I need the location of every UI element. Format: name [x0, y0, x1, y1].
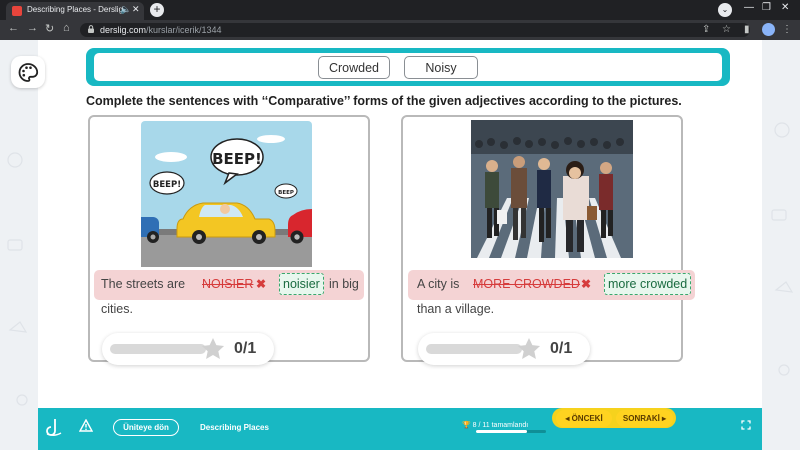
instruction-text: Complete the sentences with ‘‘Comparativ… [86, 94, 682, 108]
sentence-1-text-after: in big [329, 277, 359, 291]
url-host: derslig.com [100, 25, 147, 35]
back-arrow-icon[interactable]: ← [8, 22, 19, 34]
beep-bubble-large: BEEP! [212, 150, 262, 168]
home-icon[interactable]: ⌂ [63, 22, 70, 34]
lesson-title: Describing Places [200, 423, 269, 432]
tab-search-icon[interactable]: ⌄ [718, 3, 732, 17]
new-tab-button[interactable]: + [150, 3, 164, 17]
wrong-x-icon: ✖ [256, 277, 267, 291]
progress-indicator: 🏆 8 / 11 tamamlandı [462, 421, 528, 429]
score-track-1 [110, 344, 206, 354]
score-text-2: 0/1 [550, 340, 573, 357]
warning-icon[interactable] [79, 419, 93, 432]
forward-arrow-icon[interactable]: → [27, 22, 38, 34]
sentence-2-text-before: A city is [417, 277, 460, 291]
reload-icon[interactable]: ↻ [45, 22, 54, 35]
previous-button[interactable]: ◂ ÖNCEKİ [556, 410, 612, 427]
correct-answer-1: noisier [279, 273, 324, 295]
side-panel-icon[interactable]: ▮ [744, 24, 750, 35]
previous-button-label: ÖNCEKİ [571, 414, 603, 423]
next-button[interactable]: SONRAKİ ▸ [616, 410, 673, 427]
derslig-favicon-icon [12, 6, 22, 16]
trophy-icon: 🏆 [462, 422, 471, 429]
star-icon [517, 337, 541, 359]
progress-fill [476, 430, 527, 433]
beep-bubble-right: BEEP [278, 190, 294, 196]
url-path: /kurslar/icerik/1344 [146, 25, 222, 35]
chevron-left-icon: ◂ [565, 414, 570, 423]
score-text-1: 0/1 [234, 340, 257, 357]
minimize-icon[interactable]: — [744, 2, 754, 13]
speaker-icon[interactable]: 🔈 [120, 4, 131, 15]
word-chip-noisy[interactable]: Noisy [404, 56, 478, 79]
crowded-crosswalk-photo [471, 120, 633, 258]
more-menu-icon[interactable]: ⋮ [782, 24, 792, 35]
sentence-2-text-line2: than a village. [417, 302, 495, 316]
derslig-logo-icon[interactable] [46, 418, 62, 436]
correct-answer-2: more crowded [604, 273, 692, 295]
restore-icon[interactable]: ❐ [762, 2, 771, 13]
beep-bubble-left: BEEP! [153, 180, 181, 190]
sentence-1-text-before: The streets are [101, 277, 186, 291]
lock-icon[interactable] [88, 25, 94, 33]
word-chip-crowded[interactable]: Crowded [318, 56, 390, 79]
profile-avatar[interactable] [762, 23, 775, 36]
palette-button[interactable] [11, 56, 45, 88]
share-icon[interactable]: ⇪ [702, 24, 710, 35]
window-close-icon[interactable]: ✕ [781, 2, 789, 13]
chevron-right-icon: ▸ [662, 414, 667, 423]
score-pill-1: 0/1 [102, 333, 274, 365]
next-button-label: SONRAKİ [622, 414, 660, 423]
wrong-answer-1: NOISIER [202, 277, 254, 291]
traffic-jam-illustration: BEEP! BEEP! BEEP [141, 121, 312, 267]
star-icon [201, 337, 225, 359]
sentence-1-text-line2: cities. [101, 302, 133, 316]
close-icon[interactable]: ✕ [132, 4, 140, 15]
browser-tab[interactable]: Describing Places - Derslig 🔈 ✕ [6, 2, 144, 20]
score-track-2 [426, 344, 522, 354]
palette-icon [18, 63, 39, 82]
back-to-unit-button[interactable]: Üniteye dön [113, 419, 179, 436]
wrong-x-icon: ✖ [581, 277, 592, 291]
fullscreen-icon[interactable] [741, 420, 751, 430]
score-pill-2: 0/1 [418, 333, 590, 365]
progress-text: 8 / 11 tamamlandı [472, 422, 529, 429]
bookmark-star-icon[interactable]: ☆ [722, 24, 731, 35]
wrong-answer-2: MORE CROWDED [473, 277, 580, 291]
tab-title: Describing Places - Derslig [27, 5, 124, 14]
